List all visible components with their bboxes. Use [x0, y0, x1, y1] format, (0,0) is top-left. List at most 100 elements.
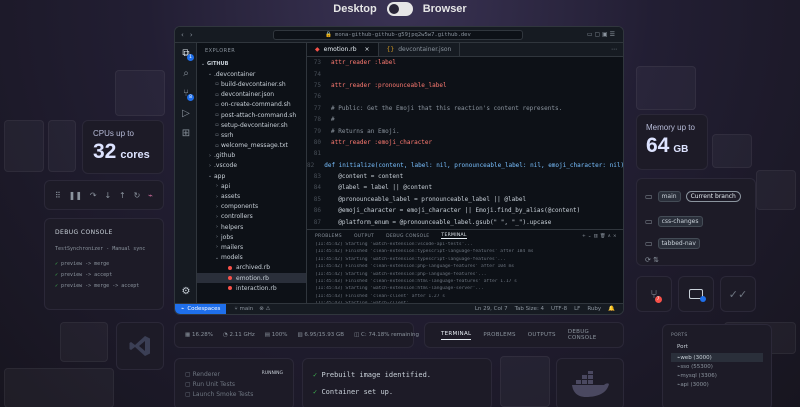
cpu-label: CPUs up to [93, 129, 134, 138]
restart-icon[interactable]: ↻ [134, 191, 141, 200]
tab-terminal[interactable]: TERMINAL [441, 331, 472, 340]
tree-item[interactable]: ▫ setup-devcontainer.sh [197, 120, 306, 130]
tree-item[interactable]: ▫ build-devcontainer.sh [197, 79, 306, 89]
tree-item[interactable]: ⌄ .devcontainer [197, 69, 306, 79]
url-bar[interactable]: 🔒 mona-github-github-g59jpq2w5w7.github.d… [273, 30, 523, 40]
tree-item[interactable]: ▫ post-attach-command.sh [197, 110, 306, 120]
port-row[interactable]: ⌁ mysql (3306) [671, 371, 763, 380]
branch-row[interactable]: ▭ main Current branch [645, 186, 747, 206]
status-item[interactable]: Ruby [587, 306, 601, 312]
close-icon[interactable]: × [365, 46, 370, 53]
status-item[interactable]: UTF-8 [551, 306, 567, 312]
toggle-label-browser[interactable]: Browser [423, 3, 467, 15]
pull-request-tile[interactable]: ⑂ 7 [636, 276, 672, 312]
step-into-icon[interactable]: ↓ [104, 191, 111, 200]
repo-section[interactable]: ⌄ GITHUB [197, 59, 306, 69]
port-row[interactable]: ⌁ api (3000) [671, 380, 763, 389]
line-text: attr_reader :label [331, 59, 397, 67]
status-item[interactable]: LF [574, 306, 580, 312]
line-number: 87 [313, 218, 321, 226]
explorer-icon[interactable]: ⧉ 1 [175, 43, 197, 63]
bell-icon[interactable]: 🔔 [608, 306, 615, 312]
line-text: attr_reader :pronounceable_label [331, 81, 447, 89]
pause-icon[interactable]: ❚❚ [69, 191, 82, 200]
line-text: # Public: Get the Emoji that this reacti… [331, 104, 563, 112]
grip-icon: ⠿ [54, 190, 61, 200]
line-number: 76 [313, 93, 321, 101]
branch-row[interactable]: ▭ css-changes [645, 210, 747, 232]
more-actions-icon[interactable]: ⋯ [611, 43, 623, 56]
tab-problems[interactable]: PROBLEMS [483, 332, 515, 338]
bg-tile [48, 120, 76, 172]
tree-item-label: app [214, 172, 226, 180]
tree-item[interactable]: › .vscode [197, 161, 306, 171]
back-icon[interactable]: ‹ [181, 31, 184, 39]
task-row[interactable]: ▢ Renderer RUNNING [185, 371, 283, 381]
branch-status[interactable]: ⑂ main [234, 306, 253, 312]
port-row[interactable]: ⌁ web (3000) [671, 353, 763, 362]
panel-tab[interactable]: OUTPUT [354, 234, 374, 239]
source-control-icon[interactable]: ⑂ 8 [175, 83, 197, 103]
extensions-icon[interactable]: ⊞ [175, 123, 197, 143]
step-out-icon[interactable]: ↑ [119, 191, 126, 200]
problems-status[interactable]: ⊗ ⚠ [259, 306, 270, 312]
layout-icons: ▭ ▢ ▣ ☰ [586, 31, 615, 38]
tree-item[interactable]: › helpers [197, 222, 306, 232]
toggle-label-desktop[interactable]: Desktop [333, 3, 376, 15]
tree-item[interactable]: ⌄ app [197, 171, 306, 181]
codespaces-button[interactable]: ⌁ Codespaces [175, 304, 227, 314]
tree-item[interactable]: interaction.rb [197, 283, 306, 293]
tab-devcontainer-json[interactable]: {} devcontainer.json [379, 43, 461, 56]
tree-item[interactable]: ▫ on-create-command.sh [197, 100, 306, 110]
tab-outputs[interactable]: OUTPUTS [528, 332, 556, 338]
panel-controls-icon[interactable]: + ⌄ ▥ 🗑 ∧ × [582, 234, 623, 239]
tree-item[interactable]: › api [197, 181, 306, 191]
file-icon: ▫ [215, 81, 219, 88]
cpu-card: CPUs up to 32 cores [82, 120, 164, 174]
branch-row[interactable]: ▭ tabbed-nav [645, 232, 747, 254]
panel-tab[interactable]: DEBUG CONSOLE [386, 234, 429, 239]
tab-emotion-rb[interactable]: ◆ emotion.rb × [307, 43, 379, 56]
line-text: def initialize(content, label: nil, pron… [324, 161, 623, 169]
tree-item[interactable]: › assets [197, 191, 306, 201]
task-row[interactable]: ▢ Run Unit Tests [185, 381, 283, 391]
run-debug-icon[interactable]: ▷ [175, 103, 197, 123]
forward-icon[interactable]: › [190, 31, 193, 39]
status-item[interactable]: Ln 29, Col 7 [475, 306, 508, 312]
ruby-icon [228, 265, 232, 270]
step-over-icon[interactable]: ↷ [90, 191, 97, 200]
panel-tab[interactable]: PROBLEMS [315, 234, 342, 239]
search-icon[interactable]: ⌕ [175, 63, 197, 83]
bg-tile [4, 368, 114, 407]
status-item[interactable]: Tab Size: 4 [515, 306, 544, 312]
tree-item[interactable]: › jobs [197, 232, 306, 242]
line-text: @platform_enum = @pronounceable_label.gs… [331, 218, 552, 226]
code-editor[interactable]: 73 attr_reader :label 74 75 attr_reader :pro… [307, 57, 623, 229]
tree-item[interactable]: › components [197, 202, 306, 212]
tree-item[interactable]: › controllers [197, 212, 306, 222]
panel-tab[interactable]: TERMINAL [441, 233, 467, 239]
port-row[interactable]: ⌁ sso (55300) [671, 362, 763, 371]
check-tile[interactable]: ✓✓ [720, 276, 756, 312]
debug-line: ✓ preview -> accept [55, 272, 113, 278]
tree-item-label: api [221, 182, 231, 190]
chevron-right-icon: › [216, 244, 218, 251]
tree-item[interactable]: archived.rb [197, 263, 306, 273]
tree-item[interactable]: emotion.rb [197, 272, 306, 284]
task-row[interactable]: ▢ Launch Smoke Tests [185, 391, 283, 401]
port-label: api (3000) [680, 381, 709, 388]
memory-value: 64 [646, 134, 670, 157]
settings-icon[interactable]: ⚙ [175, 281, 197, 301]
tree-item[interactable]: › .github [197, 151, 306, 161]
disconnect-icon[interactable]: ⌁ [148, 191, 153, 200]
tab-debug-console[interactable]: DEBUG CONSOLE [568, 329, 607, 341]
tree-item[interactable]: › mailers [197, 242, 306, 252]
tree-item[interactable]: ▫ welcome_message.txt [197, 141, 306, 151]
remote-tile[interactable] [678, 276, 714, 312]
tree-item[interactable]: ⌄ models [197, 253, 306, 263]
mode-switch[interactable] [386, 2, 413, 16]
bg-tile [500, 356, 550, 407]
tree-item[interactable]: ▫ ssrh [197, 130, 306, 140]
tree-item-label: controllers [221, 213, 253, 221]
tree-item[interactable]: ▫ devcontainer.json [197, 90, 306, 100]
